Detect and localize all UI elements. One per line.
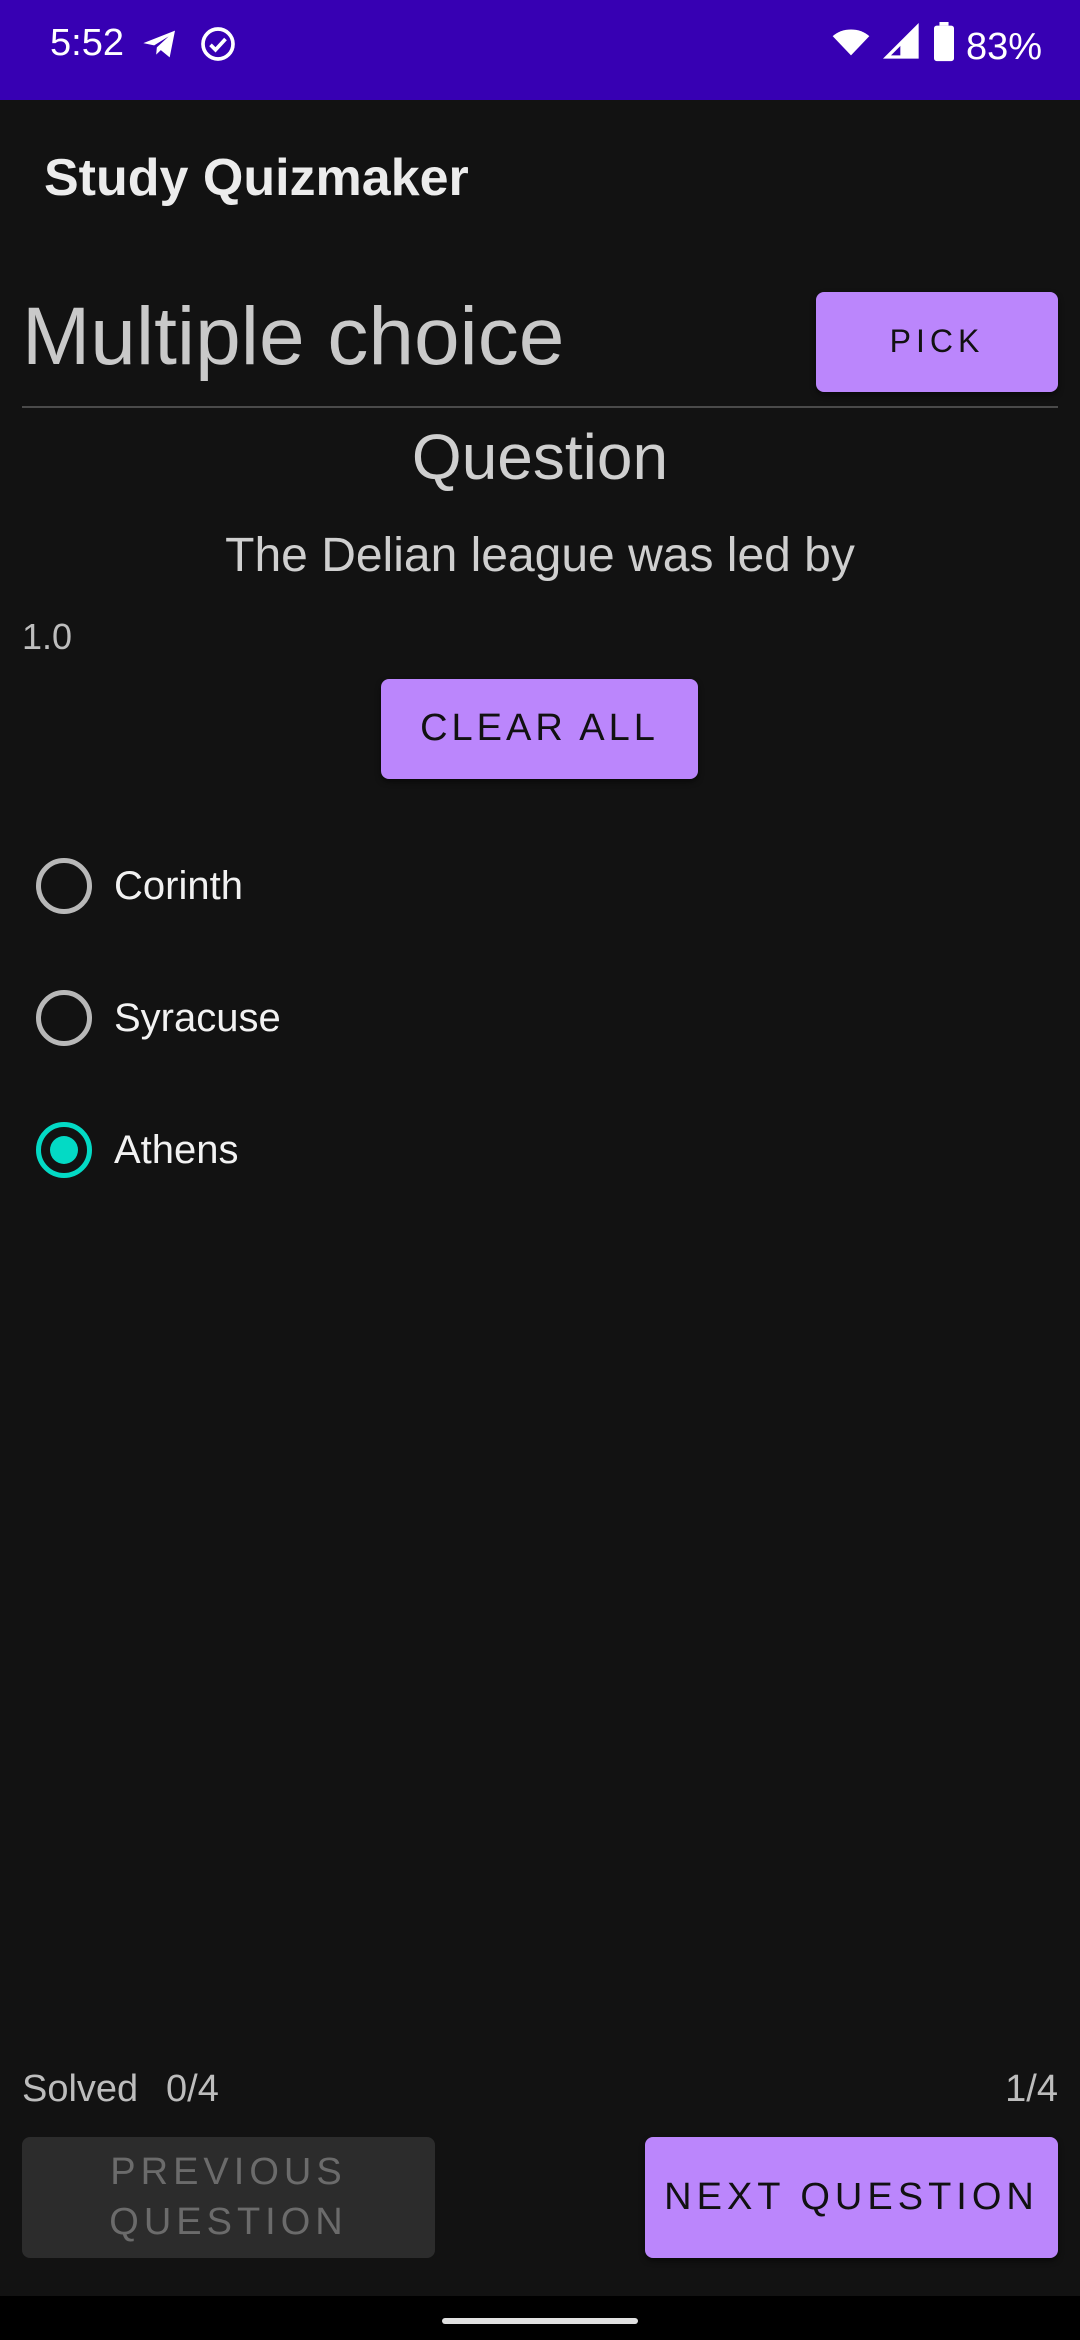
app-title: Study Quizmaker: [44, 149, 469, 207]
status-bar: 5:52 83%: [0, 0, 1080, 100]
question-text: The Delian league was led by: [225, 529, 855, 582]
telegram-icon: [140, 24, 180, 69]
question-counter: 1/4: [1005, 2068, 1058, 2110]
option-label: Corinth: [114, 863, 243, 908]
option-label: Athens: [114, 1127, 239, 1172]
status-time: 5:52: [50, 22, 124, 64]
mode-title: Multiple choice: [22, 291, 565, 382]
option-label: Syracuse: [114, 995, 281, 1040]
app-bar: Study Quizmaker: [0, 100, 1080, 260]
radio-button-selected[interactable]: [36, 1122, 92, 1178]
pick-button[interactable]: PICK: [816, 292, 1058, 392]
check-circle-icon: [198, 24, 238, 69]
battery-percent: 83%: [965, 25, 1042, 68]
divider: [22, 406, 1058, 408]
previous-question-button[interactable]: PREVIOUS QUESTION: [22, 2137, 435, 2258]
question-weight: 1.0: [22, 616, 73, 657]
option-athens[interactable]: Athens: [36, 1084, 1036, 1216]
option-syracuse[interactable]: Syracuse: [36, 952, 1036, 1084]
question-heading: Question: [411, 421, 669, 493]
battery-icon: [932, 22, 956, 72]
radio-button[interactable]: [36, 990, 92, 1046]
solved-count: 0/4: [166, 2068, 219, 2110]
next-question-button[interactable]: NEXT QUESTION: [645, 2137, 1058, 2258]
wifi-icon: [830, 22, 872, 72]
solved-label: Solved: [22, 2068, 139, 2110]
radio-button[interactable]: [36, 858, 92, 914]
status-icons-left: [140, 24, 238, 69]
clear-all-button[interactable]: CLEAR ALL: [381, 679, 698, 779]
status-icons-right: 83%: [830, 22, 1042, 72]
answer-options: Corinth Syracuse Athens: [36, 820, 1036, 1216]
signal-icon: [882, 22, 922, 72]
gesture-nav-bar: [0, 2296, 1080, 2340]
option-corinth[interactable]: Corinth: [36, 820, 1036, 952]
home-handle[interactable]: [442, 2318, 638, 2324]
